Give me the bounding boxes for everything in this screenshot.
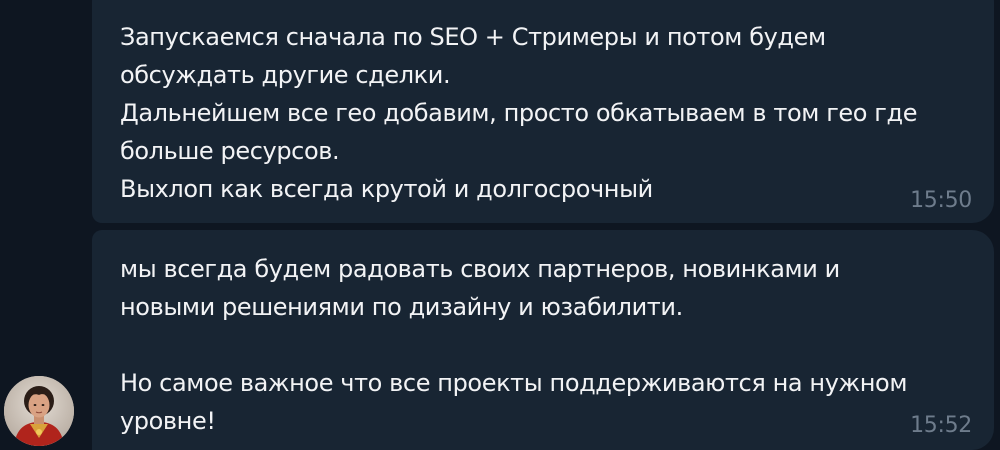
message-text: Запускаемся сначала по SEO + Стримеры и …	[120, 23, 918, 203]
message-timestamp: 15:50	[910, 188, 972, 213]
message-bubble[interactable]: Запускаемся сначала по SEO + Стримеры и …	[92, 0, 994, 223]
message-text: мы всегда будем радовать своих партнеров…	[120, 255, 908, 435]
chat-message-list[interactable]: Запускаемся сначала по SEO + Стримеры и …	[0, 0, 1000, 450]
sender-avatar[interactable]	[4, 376, 74, 446]
message-bubble[interactable]: мы всегда будем радовать своих партнеров…	[92, 230, 994, 450]
avatar-photo-icon	[4, 376, 74, 446]
message-timestamp: 15:52	[910, 413, 972, 438]
